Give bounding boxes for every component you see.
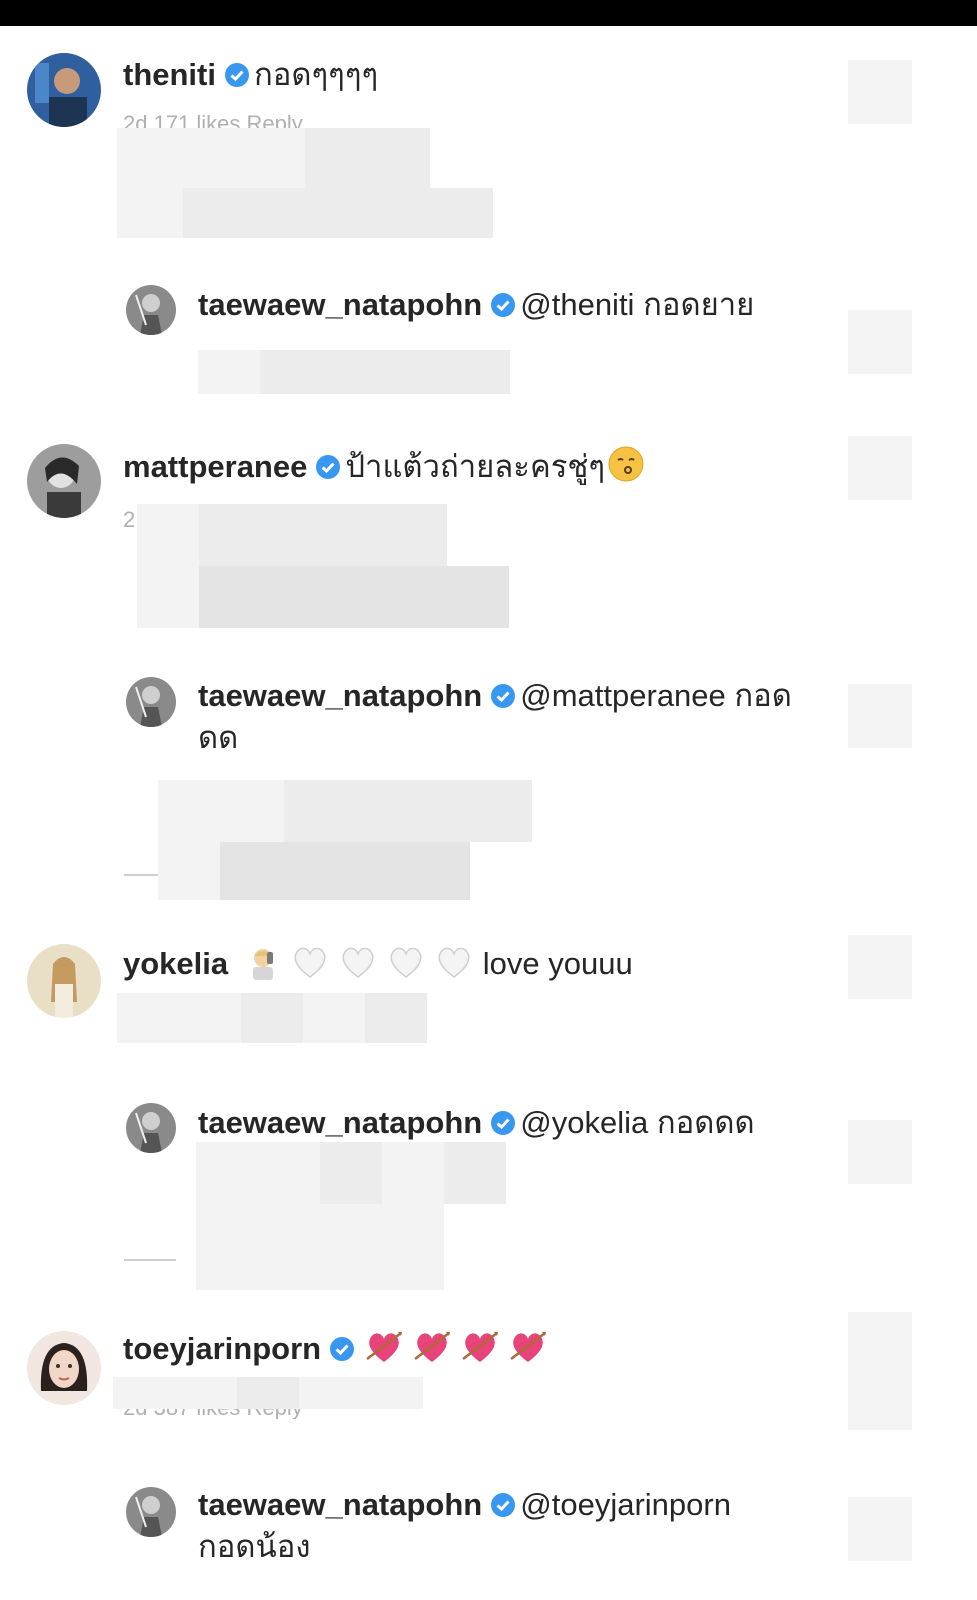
- mention-link[interactable]: @toeyjarinporn: [520, 1487, 731, 1522]
- comment-line-toeyjarinporn: toeyjarinporn: [123, 1329, 557, 1369]
- heart-with-arrow-icon: [365, 1329, 403, 1365]
- person-phone-icon: [245, 944, 281, 980]
- like-button[interactable]: [848, 310, 912, 374]
- reply-line: taewaew_natapohn @toeyjarinporn: [198, 1485, 731, 1525]
- username-mattperanee[interactable]: mattperanee: [123, 449, 307, 484]
- mention-link[interactable]: @theniti: [520, 287, 634, 322]
- blurred-area: [199, 566, 509, 628]
- comment-text: กอดๆๆๆๆ: [254, 57, 379, 92]
- username-yokelia[interactable]: yokelia: [123, 946, 228, 981]
- white-heart-icon: [387, 944, 425, 980]
- blurred-area: [365, 993, 427, 1043]
- reply-line: taewaew_natapohn @theniti กอดยาย: [198, 285, 754, 325]
- blurred-area: [444, 1142, 506, 1204]
- blurred-area: [320, 1142, 382, 1204]
- like-button[interactable]: [848, 684, 912, 748]
- comment-line-theniti: theniti กอดๆๆๆๆ: [123, 55, 378, 95]
- blurred-area: [117, 128, 307, 188]
- username-taewaew_natapohn[interactable]: taewaew_natapohn: [198, 1105, 482, 1140]
- avatar-taewaew_natapohn[interactable]: [126, 285, 176, 335]
- blurred-area: [382, 1142, 444, 1204]
- blurred-area: [117, 188, 183, 238]
- like-button[interactable]: [848, 1120, 912, 1184]
- avatar-mattperanee[interactable]: [27, 444, 101, 518]
- verified-badge-icon: [329, 1332, 355, 1361]
- comment-line-yokelia: yokelia love youuu: [123, 944, 633, 984]
- username-taewaew_natapohn[interactable]: taewaew_natapohn: [198, 287, 482, 322]
- reply-line: taewaew_natapohn @yokelia กอดดด: [198, 1103, 755, 1143]
- blurred-area: [220, 842, 470, 900]
- reply-line: taewaew_natapohn @mattperanee กอด: [198, 676, 792, 716]
- like-button[interactable]: [848, 1497, 912, 1561]
- divider: [124, 1259, 176, 1261]
- like-button[interactable]: [848, 1312, 912, 1430]
- verified-badge-icon: [490, 288, 516, 317]
- blurred-area: [158, 842, 220, 900]
- reply-text-line2: กอดน้อง: [198, 1529, 311, 1564]
- blurred-area: [305, 128, 430, 188]
- avatar-taewaew_natapohn[interactable]: [126, 677, 176, 727]
- verified-badge-icon: [315, 450, 341, 479]
- blurred-area: [158, 780, 284, 842]
- heart-with-arrow-icon: [509, 1329, 547, 1365]
- mention-link[interactable]: @yokelia: [520, 1105, 648, 1140]
- heart-with-arrow-icon: [461, 1329, 499, 1365]
- verified-badge-icon: [490, 1106, 516, 1135]
- verified-badge-icon: [490, 679, 516, 708]
- verified-badge-icon: [224, 58, 250, 87]
- blurred-area: [299, 1377, 423, 1409]
- blurred-area: [113, 1377, 237, 1409]
- divider: [124, 874, 158, 876]
- username-toeyjarinporn[interactable]: toeyjarinporn: [123, 1331, 321, 1366]
- blurred-area: [284, 780, 532, 842]
- kissing-face-icon: [607, 445, 645, 483]
- blurred-area: [260, 350, 510, 394]
- comment-text: love youuu: [482, 946, 633, 981]
- avatar-theniti[interactable]: [27, 53, 101, 127]
- blurred-area: [196, 1142, 320, 1204]
- blurred-area: [196, 1204, 444, 1290]
- blurred-area: [199, 504, 447, 566]
- comment-text: ป้าแต้วถ่ายละครชู่ๆ: [345, 449, 606, 484]
- reply-text: กอด: [734, 678, 792, 713]
- blurred-area: [117, 993, 241, 1043]
- comment-line-mattperanee: mattperanee ป้าแต้วถ่ายละครชู่ๆ: [123, 445, 655, 487]
- blurred-area: [303, 993, 365, 1043]
- blurred-area: [137, 566, 199, 628]
- white-heart-icon: [435, 944, 473, 980]
- avatar-toeyjarinporn[interactable]: [27, 1331, 101, 1405]
- reply-text: กอดดด: [656, 1105, 755, 1140]
- white-heart-icon: [339, 944, 377, 980]
- avatar-yokelia[interactable]: [27, 944, 101, 1018]
- reply-text: กอดยาย: [643, 287, 755, 322]
- blurred-area: [183, 188, 493, 238]
- heart-with-arrow-icon: [413, 1329, 451, 1365]
- like-button[interactable]: [848, 60, 912, 124]
- username-theniti[interactable]: theniti: [123, 57, 216, 92]
- mention-link[interactable]: @mattperanee: [520, 678, 726, 713]
- white-heart-icon: [291, 944, 329, 980]
- reply-text-line2: ดด: [198, 720, 239, 755]
- blurred-area: [137, 504, 199, 566]
- avatar-taewaew_natapohn[interactable]: [126, 1103, 176, 1153]
- verified-badge-icon: [490, 1488, 516, 1517]
- blurred-area: [237, 1377, 299, 1409]
- username-taewaew_natapohn[interactable]: taewaew_natapohn: [198, 1487, 482, 1522]
- like-button[interactable]: [848, 935, 912, 999]
- status-bar: [0, 0, 977, 26]
- blurred-area: [198, 350, 260, 394]
- like-button[interactable]: [848, 436, 912, 500]
- blurred-area: [241, 993, 303, 1043]
- avatar-taewaew_natapohn[interactable]: [126, 1487, 176, 1537]
- username-taewaew_natapohn[interactable]: taewaew_natapohn: [198, 678, 482, 713]
